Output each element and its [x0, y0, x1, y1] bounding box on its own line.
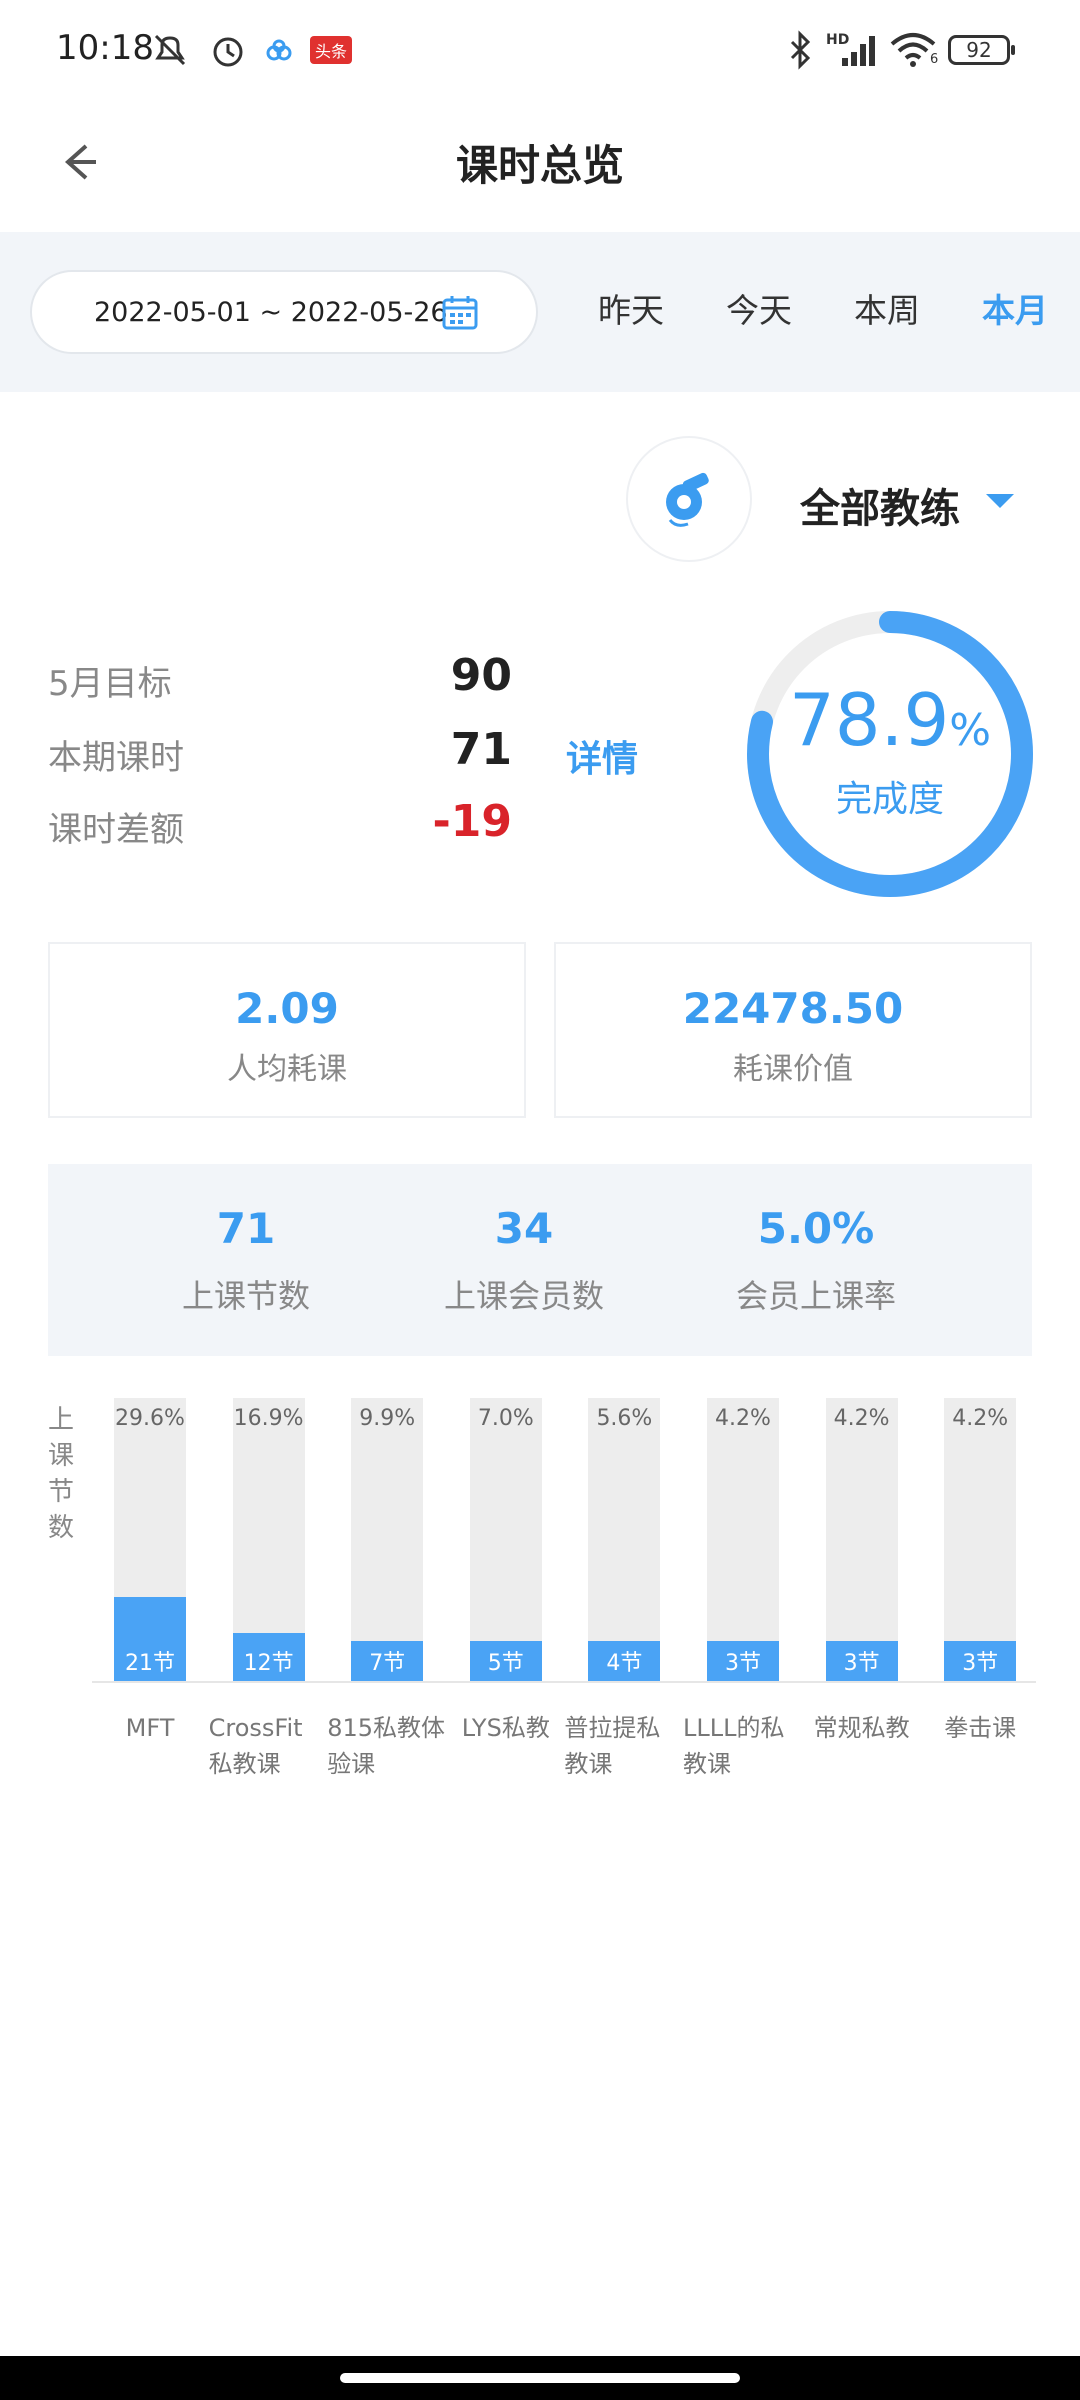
chart-y-label: 上课节数 [47, 1405, 74, 1543]
summary-members-value: 34 [494, 1204, 554, 1253]
summary-rate-label: 会员上课率 [735, 1277, 896, 1315]
battery-level: 92 [966, 38, 992, 62]
target-value: 90 [450, 650, 512, 701]
bar-value-label: 21节 [125, 1651, 175, 1676]
calendar-icon [442, 296, 478, 330]
wifi-icon: 6 [888, 30, 938, 70]
bar-value-label: 3节 [725, 1651, 761, 1676]
bar-track [588, 1398, 661, 1681]
period-hours-value: 71 [450, 724, 512, 775]
wifi-sub-label: 6 [930, 52, 939, 67]
bar-value-label: 3节 [843, 1651, 880, 1676]
bar-track [351, 1398, 424, 1681]
consumption-value-label: 耗课价值 [733, 1052, 853, 1087]
bar-percent-label: 5.6% [596, 1406, 653, 1431]
bar-percent-label: 7.0% [477, 1406, 534, 1431]
coach-selector-label[interactable]: 全部教练 [800, 476, 960, 534]
period-hours-label: 本期课时 [48, 738, 184, 778]
bar-track [825, 1398, 898, 1681]
status-bar: 10:18 头条 HD 6 92 [0, 0, 1080, 100]
date-filter-bar: 2022-05-01 ~ 2022-05-26 昨天 今天 本周 本月 [0, 232, 1080, 392]
whistle-icon [666, 472, 709, 527]
consumption-value-value: 22478.50 [682, 984, 904, 1033]
bar-track [944, 1398, 1017, 1681]
tab-this-month[interactable]: 本月 [982, 284, 1048, 332]
bluetooth-icon [786, 30, 814, 70]
summary-rate-value: 5.0% [757, 1204, 875, 1253]
category-label: MFT [125, 1714, 175, 1742]
bar-percent-label: 9.9% [359, 1406, 416, 1431]
consumption-value-card: 22478.50 耗课价值 [554, 942, 1032, 1118]
bar-percent-label: 16.9% [233, 1406, 304, 1431]
summary-members-label: 上课会员数 [443, 1277, 604, 1315]
category-label: LYS私教 [461, 1714, 550, 1742]
date-range-text: 2022-05-01 ~ 2022-05-26 [94, 296, 448, 328]
bar-value-label: 12节 [243, 1651, 294, 1676]
summary-classes-label: 上课节数 [181, 1277, 310, 1315]
page-title: 课时总览 [455, 141, 624, 190]
bar-percent-label: 4.2% [952, 1406, 1009, 1431]
detail-link[interactable]: 详情 [566, 730, 638, 782]
bar-track [707, 1398, 779, 1681]
tab-this-week[interactable]: 本周 [854, 284, 920, 332]
difference-label: 课时差额 [48, 810, 184, 850]
app-header: 课时总览 [0, 100, 1080, 232]
bar-percent-label: 29.6% [115, 1406, 185, 1431]
category-label: 常规私教 [813, 1714, 910, 1742]
bar-value-label: 4节 [606, 1651, 643, 1676]
mute-icon [150, 30, 190, 70]
signal-icon: HD [826, 30, 876, 70]
coach-avatar[interactable] [626, 436, 752, 562]
summary-classes-value: 71 [216, 1204, 276, 1253]
date-range-picker[interactable]: 2022-05-01 ~ 2022-05-26 [30, 270, 538, 354]
status-time: 10:18 [56, 28, 154, 68]
difference-value: -19 [432, 796, 513, 847]
category-label: 拳击课 [944, 1714, 1017, 1742]
battery-icon: 92 [948, 30, 1015, 70]
summary-panel: 71 上课节数 34 上课会员数 5.0% 会员上课率 [48, 1164, 1032, 1356]
tab-yesterday[interactable]: 昨天 [598, 284, 664, 332]
summary-rate: 5.0% 会员上课率 [676, 1204, 956, 1317]
category-label: 815私教体 验课 [327, 1714, 445, 1778]
bar-value-label: 3节 [962, 1651, 999, 1676]
bar-value-label: 5节 [487, 1651, 524, 1676]
avg-consumption-label: 人均耗课 [227, 1052, 347, 1087]
alarm-icon [208, 30, 248, 70]
caret-down-icon[interactable] [986, 494, 1014, 508]
category-label: CrossFit 私教课 [208, 1714, 303, 1778]
home-indicator[interactable] [340, 2373, 740, 2383]
tab-today[interactable]: 今天 [726, 284, 792, 332]
bar-percent-label: 4.2% [833, 1406, 890, 1431]
completion-percent: 78.9 [788, 678, 950, 762]
percent-symbol: % [949, 705, 992, 756]
target-label: 5月目标 [48, 664, 172, 704]
avg-consumption-card: 2.09 人均耗课 [48, 942, 526, 1118]
bar-track [469, 1398, 542, 1681]
cloud-icon [264, 30, 294, 70]
avg-consumption-value: 2.09 [235, 984, 339, 1033]
completion-label: 完成度 [835, 779, 944, 820]
category-label: 普拉提私 教课 [564, 1714, 661, 1778]
bar-value-label: 7节 [369, 1651, 406, 1676]
category-label: LLLL的私 教课 [683, 1714, 785, 1778]
summary-classes: 71 上课节数 [106, 1204, 386, 1317]
bar-percent-label: 4.2% [715, 1406, 771, 1431]
summary-members: 34 上课会员数 [384, 1204, 664, 1317]
news-badge: 头条 [310, 36, 353, 64]
chart-axis [92, 1681, 1036, 1683]
